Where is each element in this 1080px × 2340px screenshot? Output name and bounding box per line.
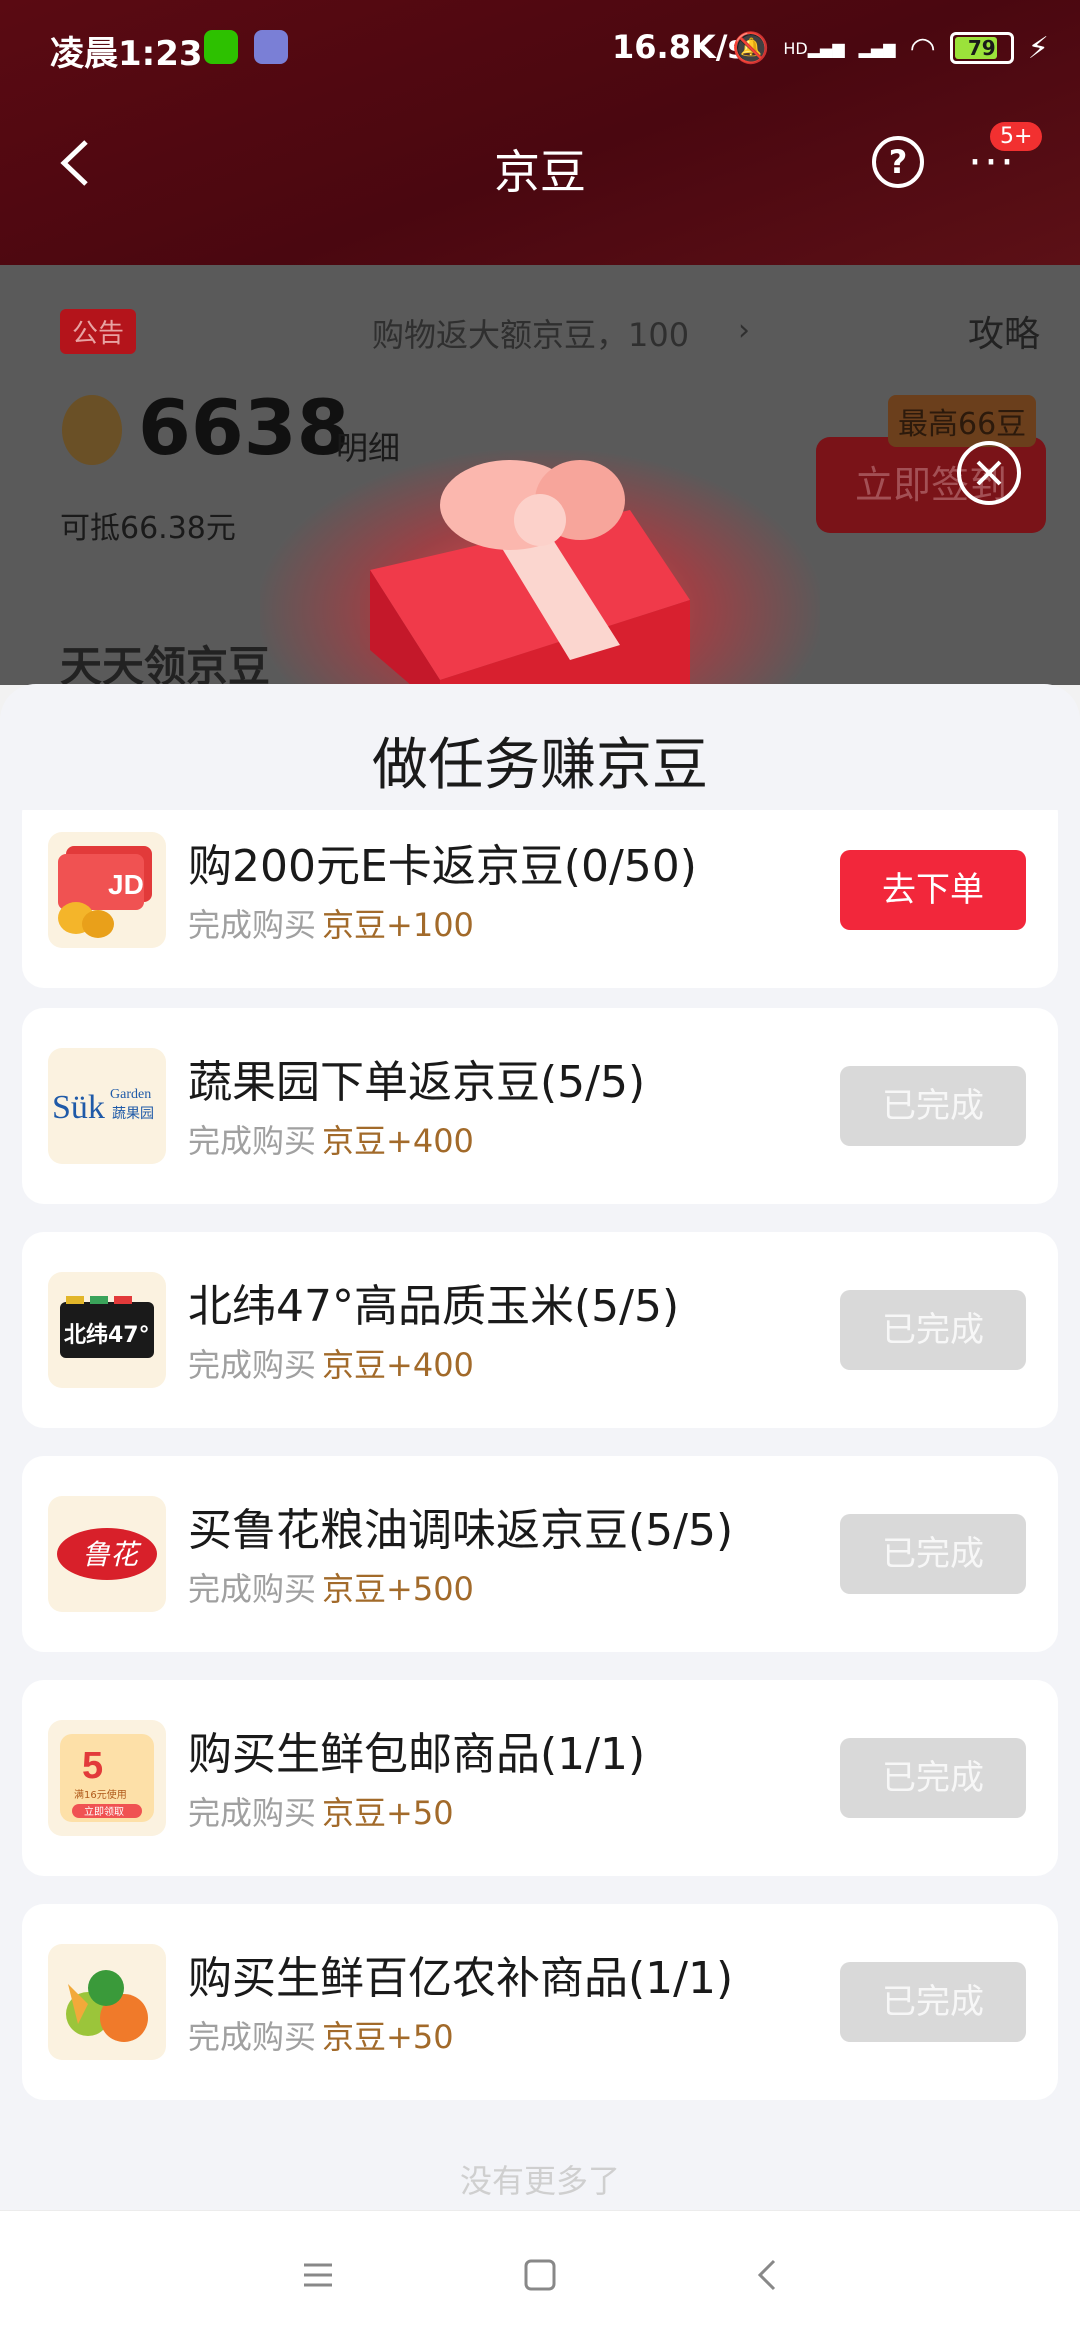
svg-text:满16元使用: 满16元使用 — [74, 1788, 127, 1801]
wifi-icon: ◠ — [909, 30, 936, 66]
order-button[interactable]: 去下单 — [840, 850, 1026, 930]
status-bar: 凌晨1:23 16.8K/s 🔕 HD▂▄▆ ▂▄▆ ◠ 79 ⚡ — [0, 0, 1080, 100]
signal-icon: HD▂▄▆ — [783, 38, 845, 58]
completed-button[interactable]: 已完成 — [840, 1066, 1026, 1146]
completed-button[interactable]: 已完成 — [840, 1290, 1026, 1370]
svg-text:Garden: Garden — [110, 1087, 151, 1102]
app-notification-icon — [254, 30, 288, 64]
network-speed: 16.8K/s — [612, 28, 747, 66]
task-title: 蔬果园下单返京豆(5/5) — [188, 1057, 646, 1108]
task-reward: 京豆+400 — [322, 1122, 474, 1160]
status-time: 凌晨1:23 — [50, 34, 203, 74]
completed-button[interactable]: 已完成 — [840, 1962, 1026, 2042]
task-title: 购买生鲜包邮商品(1/1) — [188, 1729, 646, 1780]
task-title: 买鲁花粮油调味返京豆(5/5) — [188, 1505, 734, 1556]
task-reward: 京豆+50 — [322, 2018, 454, 2056]
notice-text: 购物返大额京豆，100 — [372, 316, 690, 354]
completed-button[interactable]: 已完成 — [840, 1738, 1026, 1818]
task-card: 购买生鲜百亿农补商品(1/1) 完成购买 京豆+50 已完成 — [22, 1904, 1058, 2100]
top-header: 凌晨1:23 16.8K/s 🔕 HD▂▄▆ ▂▄▆ ◠ 79 ⚡ 京豆 ? ·… — [0, 0, 1080, 265]
max-beans-tag: 最高66豆 — [888, 395, 1037, 447]
bean-icon — [62, 395, 122, 465]
svg-text:蔬果园: 蔬果园 — [112, 1106, 154, 1122]
task-subtitle: 完成购买 京豆+50 — [188, 1794, 454, 1832]
task-subtitle: 完成购买 京豆+400 — [188, 1346, 474, 1384]
home-icon[interactable] — [520, 2255, 560, 2295]
vegetables-logo — [48, 1944, 166, 2060]
task-card: Sük Garden 蔬果园 蔬果园下单返京豆(5/5) 完成购买 京豆+400 … — [22, 1008, 1058, 1204]
task-title: 北纬47°高品质玉米(5/5) — [188, 1281, 680, 1332]
task-reward: 京豆+50 — [322, 1794, 454, 1832]
wechat-icon — [204, 30, 238, 64]
beiwei47-logo: 北纬47° — [48, 1272, 166, 1388]
svg-text:JD: JD — [108, 869, 144, 900]
task-subtitle: 完成购买 京豆+400 — [188, 1122, 474, 1160]
sheet-title: 做任务赚京豆 — [372, 733, 708, 798]
status-icons: 🔕 HD▂▄▆ ▂▄▆ ◠ 79 ⚡ — [732, 28, 1049, 68]
task-list[interactable]: JD 购200元E卡返京豆(0/50) 完成购买 京豆+100 去下单 Sük G… — [0, 810, 1080, 2210]
task-card: 北纬47° 北纬47°高品质玉米(5/5) 完成购买 京豆+400 已完成 — [22, 1232, 1058, 1428]
task-subtitle: 完成购买 京豆+100 — [188, 906, 474, 944]
task-card: 鲁花 买鲁花粮油调味返京豆(5/5) 完成购买 京豆+500 已完成 — [22, 1456, 1058, 1652]
task-subtitle: 完成购买 京豆+500 — [188, 1570, 474, 1608]
suk-garden-logo: Sük Garden 蔬果园 — [48, 1048, 166, 1164]
no-more-hint: 没有更多了 — [459, 2162, 620, 2200]
mute-icon: 🔕 — [732, 30, 770, 66]
svg-text:5: 5 — [82, 1745, 103, 1787]
coupon-logo: 5 满16元使用 立即领取 — [48, 1720, 166, 1836]
menu-icon[interactable] — [298, 2255, 338, 2295]
task-reward: 京豆+400 — [322, 1346, 474, 1384]
task-reward: 京豆+500 — [322, 1570, 474, 1608]
help-icon[interactable]: ? — [872, 136, 924, 188]
system-nav-bar — [0, 2210, 1080, 2340]
back-nav-icon[interactable] — [748, 2255, 788, 2295]
task-reward: 京豆+100 — [322, 906, 474, 944]
strategy-link: 攻略 — [968, 314, 1041, 355]
more-icon[interactable]: ··· — [968, 141, 1016, 185]
close-popup-icon[interactable] — [956, 440, 1022, 506]
luhua-logo: 鲁花 — [48, 1496, 166, 1612]
task-card: 5 满16元使用 立即领取 购买生鲜包邮商品(1/1) 完成购买 京豆+50 已完… — [22, 1680, 1058, 1876]
battery-icon: 79 — [949, 32, 1014, 64]
offset-value: 可抵66.38元 — [60, 511, 236, 546]
task-sheet: 做任务赚京豆 JD 购200元E卡返京豆(0/50) 完成购买 京豆+100 去下… — [0, 684, 1080, 2210]
task-title: 购200元E卡返京豆(0/50) — [188, 841, 697, 892]
svg-text:立即领取: 立即领取 — [84, 1805, 124, 1818]
task-card: JD 购200元E卡返京豆(0/50) 完成购买 京豆+100 去下单 — [22, 810, 1058, 988]
gift-box-icon — [370, 460, 690, 710]
notice-arrow-icon: › — [738, 313, 750, 348]
completed-button[interactable]: 已完成 — [840, 1514, 1026, 1594]
svg-text:Sük: Sük — [52, 1089, 105, 1126]
more-badge: 5+ — [990, 122, 1043, 151]
svg-text:鲁花: 鲁花 — [82, 1538, 142, 1571]
notice-tag: 公告 — [60, 309, 137, 354]
svg-text:北纬47°: 北纬47° — [64, 1322, 150, 1348]
task-title: 购买生鲜百亿农补商品(1/1) — [188, 1953, 734, 2004]
task-subtitle: 完成购买 京豆+50 — [188, 2018, 454, 2056]
charging-icon: ⚡ — [1027, 30, 1049, 66]
signal-icon-2: ▂▄▆ — [858, 38, 896, 58]
jd-ecard-logo: JD — [48, 832, 166, 948]
